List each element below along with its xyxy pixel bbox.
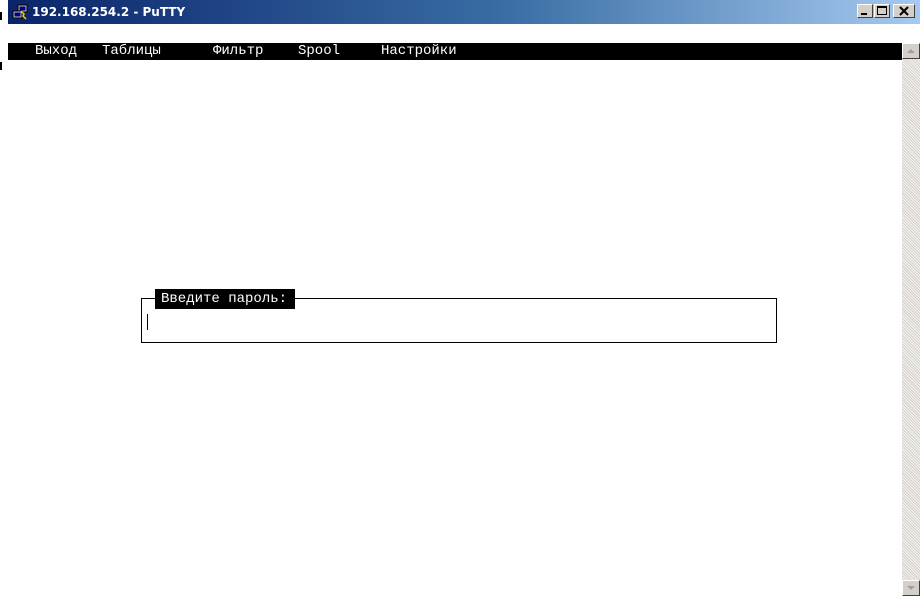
- scroll-up-button[interactable]: [902, 43, 920, 59]
- putty-window: 192.168.254.2 - PuTTY Выход Таблицы Филь…: [8, 0, 920, 596]
- close-icon: [899, 6, 909, 16]
- text-cursor: [147, 314, 148, 330]
- desktop-edge-mark: [0, 62, 2, 70]
- scroll-up-arrow-icon: [907, 49, 915, 53]
- maximize-button[interactable]: [874, 4, 890, 18]
- menu-item-spool[interactable]: Spool: [298, 43, 340, 60]
- vertical-scrollbar[interactable]: [902, 43, 920, 596]
- desktop-edge-mark: [0, 12, 2, 20]
- menu-item-settings[interactable]: Настройки: [381, 43, 457, 60]
- terminal-menu-bar: Выход Таблицы Фильтр Spool Настройки: [8, 43, 902, 60]
- maximize-icon: [877, 6, 887, 15]
- password-prompt-label: Введите пароль:: [155, 289, 296, 309]
- window-title: 192.168.254.2 - PuTTY: [32, 5, 186, 19]
- password-input[interactable]: [147, 311, 767, 331]
- menu-item-tables[interactable]: Таблицы: [102, 43, 161, 60]
- close-button[interactable]: [893, 4, 915, 18]
- putty-icon[interactable]: [12, 4, 28, 20]
- menu-item-filter[interactable]: Фильтр: [213, 43, 263, 60]
- scroll-down-button[interactable]: [902, 580, 920, 596]
- title-bar[interactable]: 192.168.254.2 - PuTTY: [8, 0, 920, 24]
- scroll-down-arrow-icon: [907, 586, 915, 590]
- minimize-button[interactable]: [857, 4, 873, 18]
- password-dialog: Введите пароль:: [141, 289, 777, 343]
- menu-item-exit[interactable]: Выход: [35, 43, 77, 60]
- minimize-icon: [861, 13, 867, 15]
